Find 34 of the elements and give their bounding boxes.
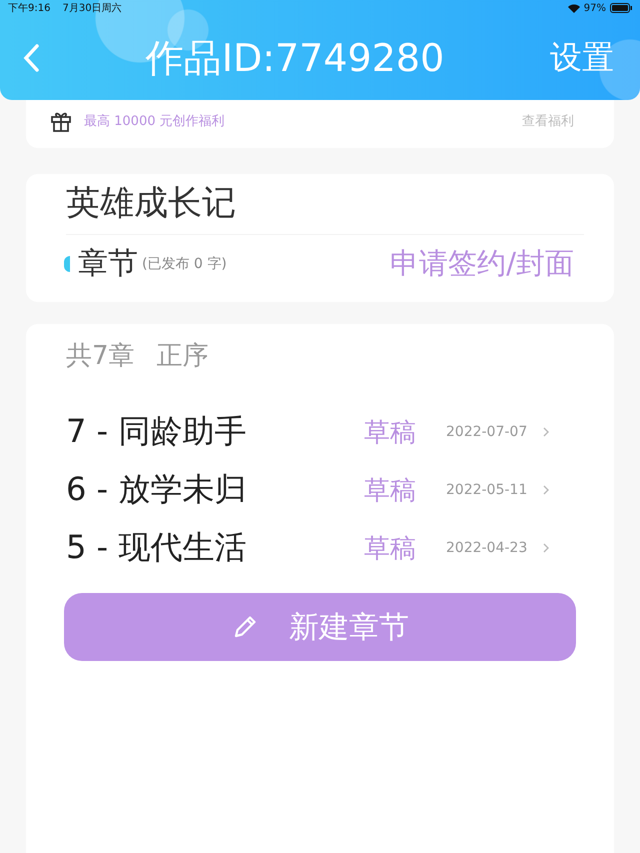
sort-order-toggle[interactable]: 正序	[156, 338, 209, 373]
section-marker	[64, 256, 70, 272]
chapter-date: 2022-05-11	[446, 482, 528, 498]
sign-cover-link[interactable]: 申请签约/封面	[390, 244, 574, 284]
published-count: (已发布 0 字)	[142, 254, 227, 272]
wifi-icon	[568, 4, 580, 12]
view-benefits-link[interactable]: 查看福利	[522, 112, 574, 130]
chapter-title: 6 - 放学未归	[66, 469, 248, 510]
chapter-date: 2022-07-07	[446, 424, 528, 440]
chapter-row[interactable]: 5 - 现代生活 草稿 2022-04-23	[66, 519, 574, 577]
chapter-count: 共7章	[66, 340, 135, 373]
section-label: 章节	[78, 245, 138, 283]
chapter-title: 5 - 现代生活	[66, 527, 248, 568]
chapter-status: 草稿	[364, 532, 417, 566]
chapter-date: 2022-04-23	[446, 540, 528, 556]
chapter-status: 草稿	[364, 416, 417, 450]
chevron-icon	[542, 426, 550, 438]
battery-level: 97%	[584, 2, 606, 14]
page-title: 作品ID:7749280	[146, 34, 444, 82]
status-time: 下午9:16	[8, 2, 50, 15]
chapter-row[interactable]: 7 - 同龄助手 草稿 2022-07-07	[66, 403, 574, 461]
settings-link[interactable]: 设置	[550, 36, 614, 80]
chapter-title: 7 - 同龄助手	[66, 411, 248, 452]
chevron-icon	[542, 484, 550, 496]
work-title: 英雄成长记	[66, 180, 584, 235]
battery-icon	[610, 3, 632, 13]
back-icon[interactable]	[22, 43, 40, 73]
benefit-text: 最高 10000 元创作福利	[84, 113, 225, 130]
new-chapter-button[interactable]: 新建章节	[64, 593, 576, 661]
chevron-icon	[542, 542, 550, 554]
status-date: 7月30日周六	[62, 2, 122, 15]
gift-icon	[50, 110, 72, 132]
chapter-row[interactable]: 6 - 放学未归 草稿 2022-05-11	[66, 461, 574, 519]
chapter-status: 草稿	[364, 474, 417, 508]
